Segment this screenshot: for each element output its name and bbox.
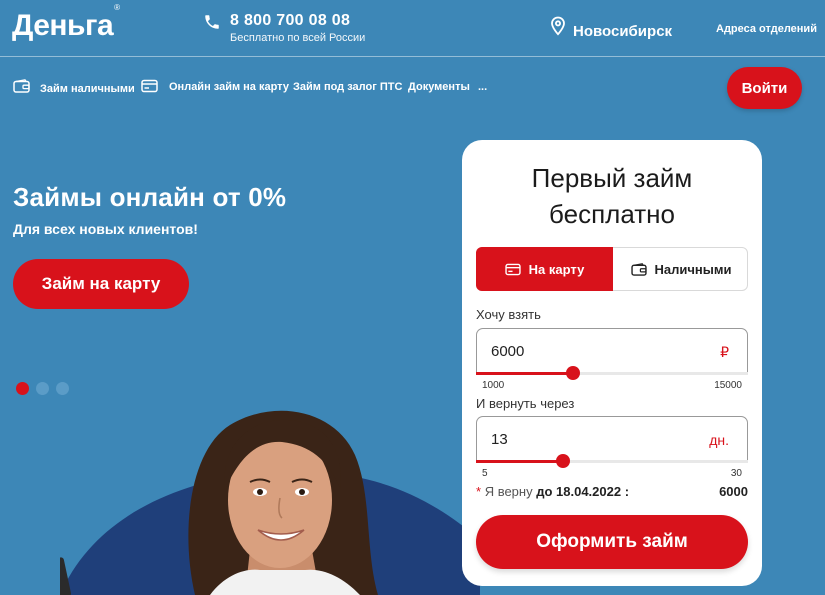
- phone-icon: [205, 15, 219, 29]
- tab-to-card[interactable]: На карту: [476, 247, 613, 291]
- loan-calculator-card: Первый займ бесплатно На карту Наличными…: [462, 140, 762, 586]
- login-button[interactable]: Войти: [727, 67, 802, 109]
- term-value: 13: [491, 431, 508, 448]
- calculator-title: Первый займ бесплатно: [462, 160, 762, 232]
- repayment-summary: * Я верну до 18.04.2022 : 6000: [476, 484, 748, 499]
- amount-min-label: 1000: [482, 380, 505, 391]
- wallet-icon: [630, 262, 647, 276]
- required-star: *: [476, 484, 482, 499]
- repay-prefix: Я верну: [484, 484, 533, 499]
- amount-slider[interactable]: [476, 366, 748, 380]
- amount-value: 6000: [491, 343, 525, 360]
- payout-method-tabs: На карту Наличными: [476, 247, 748, 291]
- slider-dot-1[interactable]: [16, 382, 29, 395]
- amount-slider-fill: [476, 372, 574, 375]
- logo-text: Деньга: [12, 9, 114, 42]
- hero-cta-button[interactable]: Займ на карту: [13, 259, 189, 309]
- top-header: Деньга® 8 800 700 08 08 Бесплатно по все…: [0, 0, 825, 57]
- wallet-icon: [13, 79, 30, 93]
- term-field[interactable]: 13 дн.: [476, 416, 748, 462]
- registered-mark: ®: [114, 3, 120, 12]
- term-unit: дн.: [709, 432, 729, 448]
- term-slider[interactable]: [476, 454, 748, 468]
- credit-card-icon: [505, 263, 521, 275]
- nav-item-cash-loan[interactable]: Займ наличными: [40, 83, 135, 95]
- main-nav: Займ наличными Онлайн займ на карту Займ…: [0, 57, 825, 117]
- term-max-label: 30: [730, 468, 742, 479]
- tab-to-card-label: На карту: [528, 261, 585, 277]
- location-pin-icon[interactable]: [550, 16, 566, 36]
- calculator-title-line1: Первый займ: [531, 163, 693, 193]
- branches-link[interactable]: Адреса отделений: [716, 23, 817, 35]
- nav-item-documents[interactable]: Документы: [408, 81, 470, 93]
- hero-title: Займы онлайн от 0%: [13, 182, 287, 212]
- logo[interactable]: Деньга®: [12, 3, 120, 43]
- term-slider-fill: [476, 460, 564, 463]
- amount-max-label: 15000: [714, 380, 742, 391]
- repay-date: до 18.04.2022 :: [536, 484, 630, 499]
- nav-item-more[interactable]: ...: [478, 81, 487, 93]
- repay-amount: 6000: [719, 484, 748, 499]
- amount-label: Хочу взять: [476, 307, 541, 322]
- slider-dot-2[interactable]: [36, 382, 49, 395]
- amount-slider-thumb[interactable]: [566, 366, 581, 380]
- term-min-label: 5: [482, 468, 488, 479]
- phone-number[interactable]: 8 800 700 08 08: [230, 12, 350, 30]
- currency-unit: ₽: [720, 344, 729, 360]
- city-selector[interactable]: Новосибирск: [573, 23, 672, 40]
- submit-loan-button[interactable]: Оформить займ: [476, 515, 748, 569]
- term-slider-thumb[interactable]: [556, 454, 571, 468]
- hero-person-image: [60, 410, 480, 595]
- nav-item-online-card-loan[interactable]: Онлайн займ на карту: [169, 81, 289, 93]
- term-label: И вернуть через: [476, 396, 575, 411]
- amount-field[interactable]: 6000 ₽: [476, 328, 748, 374]
- tab-cash[interactable]: Наличными: [613, 247, 749, 291]
- nav-item-pts-loan[interactable]: Займ под залог ПТС: [293, 81, 402, 93]
- credit-card-icon: [141, 79, 158, 93]
- hero-subtitle: Для всех новых клиентов!: [13, 221, 198, 237]
- phone-subtitle: Бесплатно по всей России: [230, 32, 366, 44]
- calculator-title-line2: бесплатно: [549, 199, 675, 229]
- tab-cash-label: Наличными: [654, 261, 732, 277]
